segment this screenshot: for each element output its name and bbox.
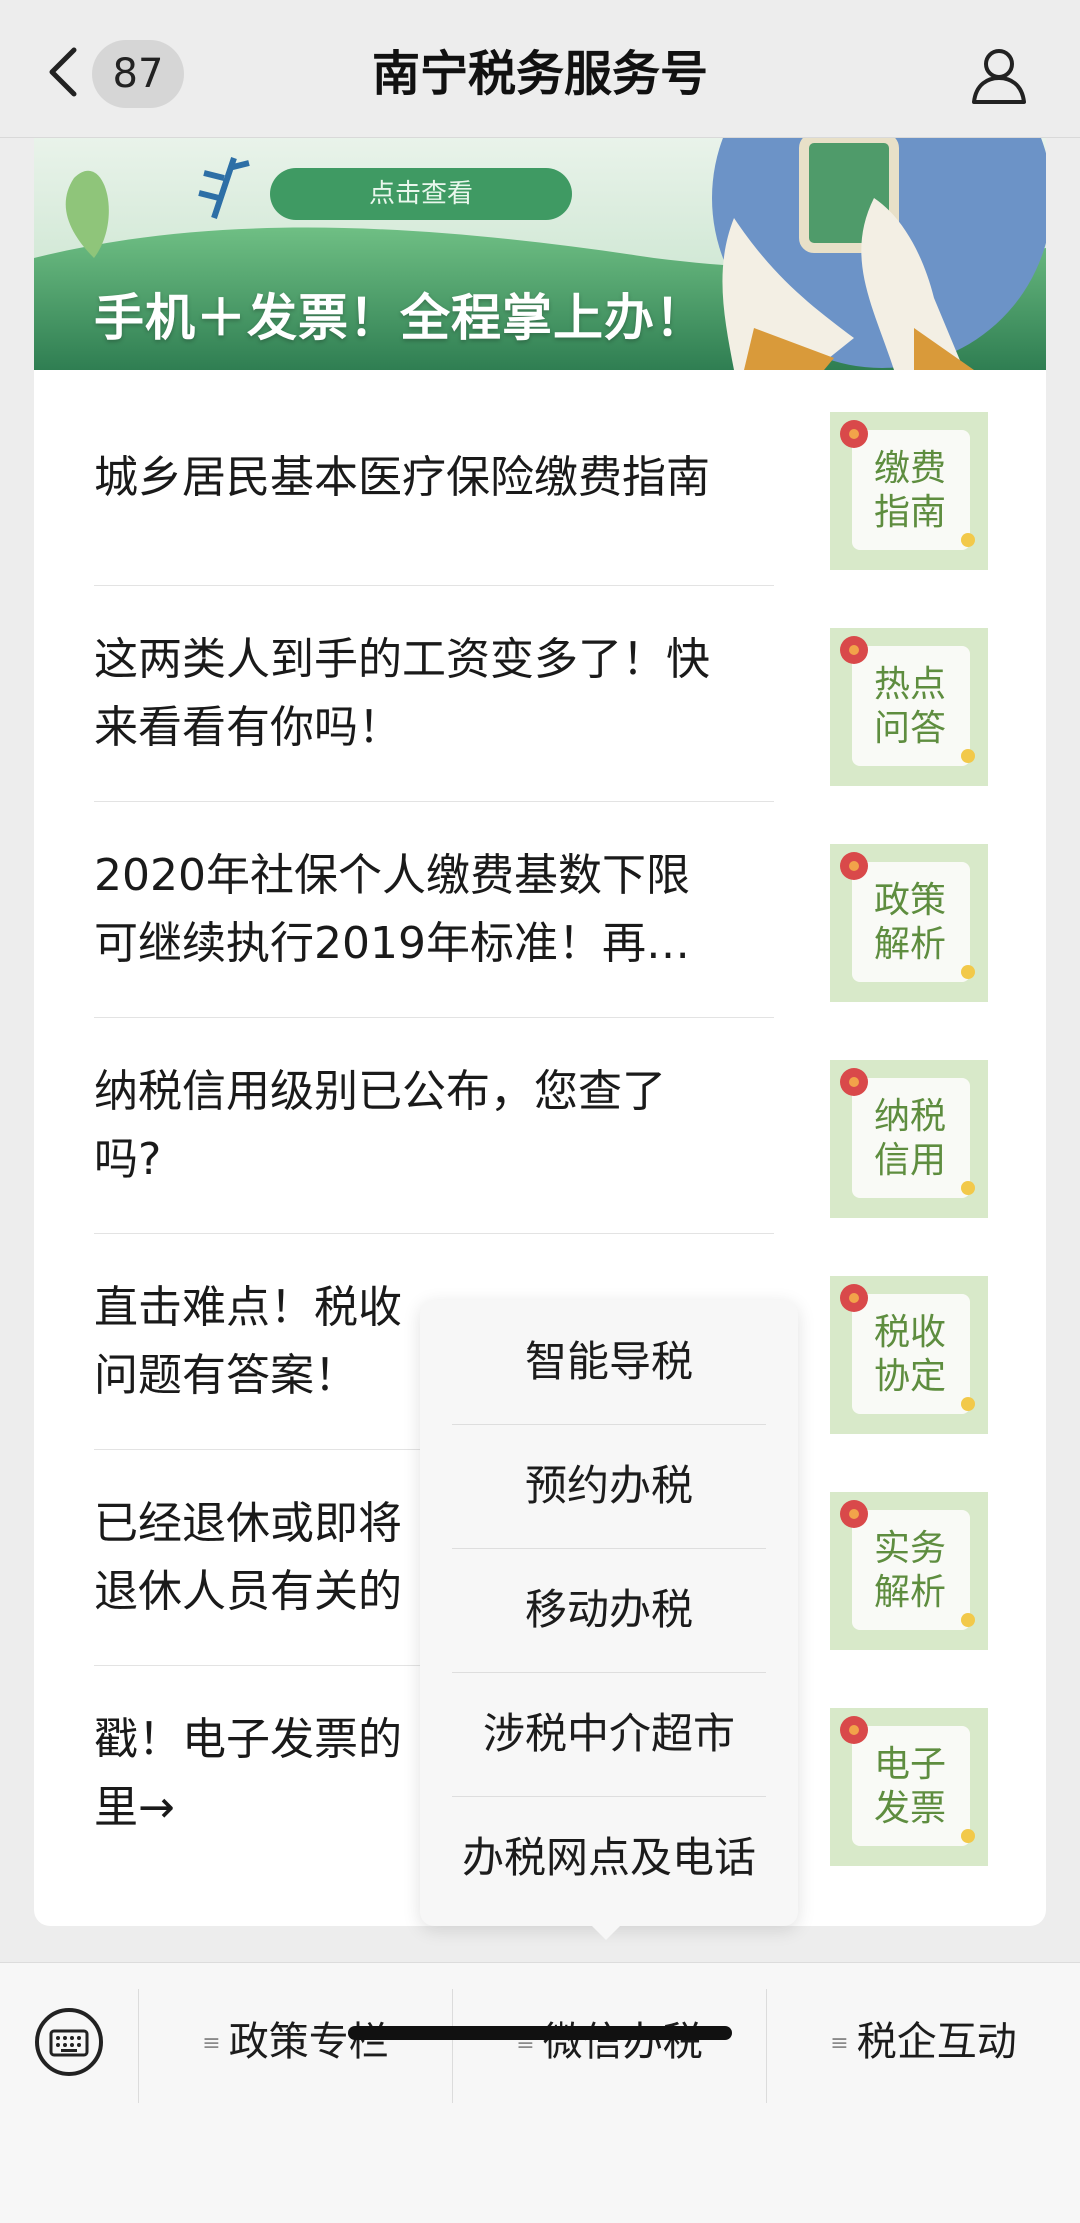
article-item[interactable]: 城乡居民基本医疗保险缴费指南 缴费 指南 bbox=[34, 370, 1046, 586]
menu-tab-interaction[interactable]: ≡ 税企互动 bbox=[767, 2007, 1080, 2077]
home-indicator[interactable] bbox=[348, 2026, 732, 2040]
thumb-line-1: 电子 bbox=[874, 1744, 946, 1785]
article-title-line-1: 直击难点！税收 bbox=[94, 1282, 402, 1333]
submenu-item[interactable]: 预约办税 bbox=[420, 1424, 798, 1548]
article-thumbnail: 电子 发票 bbox=[830, 1708, 988, 1866]
bottom-menu-bar: ≡ 政策专栏 ≡ 微信办税 ≡ 税企互动 bbox=[0, 1962, 1080, 2223]
article-title: 城乡居民基本医疗保险缴费指南 bbox=[94, 452, 710, 503]
menu-tab-policy[interactable]: ≡ 政策专栏 bbox=[139, 2007, 452, 2077]
keyboard-toggle-icon[interactable] bbox=[34, 2007, 104, 2077]
thumb-line-1: 缴费 bbox=[874, 448, 946, 489]
menu-tab-wechat-tax[interactable]: ≡ 微信办税 bbox=[453, 2007, 766, 2077]
thumb-line-1: 热点 bbox=[874, 664, 946, 705]
article-thumbnail: 纳税 信用 bbox=[830, 1060, 988, 1218]
article-thumbnail: 缴费 指南 bbox=[830, 412, 988, 570]
submenu-item[interactable]: 移动办税 bbox=[420, 1548, 798, 1672]
article-title: 这两类人到手的工资变多了！快来看看有你吗！ bbox=[94, 634, 710, 753]
menu-lines-icon: ≡ bbox=[202, 2031, 221, 2056]
thumb-line-2: 解析 bbox=[874, 924, 946, 965]
thumbnail-card-icon: 缴费 指南 bbox=[840, 420, 975, 550]
article-title-line-2: 问题有答案！ bbox=[94, 1350, 358, 1401]
article-item[interactable]: 这两类人到手的工资变多了！快来看看有你吗！ 热点 问答 bbox=[34, 586, 1046, 802]
article-title-line-2: 里→ bbox=[94, 1782, 175, 1833]
thumbnail-card-icon: 纳税 信用 bbox=[840, 1068, 975, 1198]
top-nav-bar: 87 南宁税务服务号 bbox=[0, 0, 1080, 138]
thumb-line-1: 实务 bbox=[874, 1528, 946, 1569]
thumbnail-card-icon: 热点 问答 bbox=[840, 636, 975, 766]
thumb-line-2: 指南 bbox=[874, 492, 946, 533]
profile-icon[interactable] bbox=[968, 44, 1030, 106]
banner-headline: 手机＋发票！全程掌上办！ bbox=[94, 289, 706, 347]
article-title: 纳税信用级别已公布，您查了吗? bbox=[94, 1066, 666, 1185]
banner-image[interactable]: 点击查看 手机＋发票！全程掌上办！ bbox=[34, 138, 1046, 370]
thumb-line-2: 协定 bbox=[874, 1356, 946, 1397]
submenu-item[interactable]: 涉税中介超市 bbox=[420, 1672, 798, 1796]
submenu-item[interactable]: 智能导税 bbox=[420, 1300, 798, 1424]
article-title-line-1: 戳！电子发票的 bbox=[94, 1714, 402, 1765]
thumb-line-2: 解析 bbox=[874, 1572, 946, 1613]
article-thumbnail: 实务 解析 bbox=[830, 1492, 988, 1650]
article-thumbnail: 税收 协定 bbox=[830, 1276, 988, 1434]
thumb-line-1: 税收 bbox=[874, 1312, 946, 1353]
thumb-line-1: 纳税 bbox=[874, 1096, 946, 1137]
thumb-line-2: 发票 bbox=[874, 1788, 946, 1829]
submenu-item[interactable]: 办税网点及电话 bbox=[420, 1796, 798, 1920]
thumb-line-1: 政策 bbox=[874, 880, 946, 921]
thumbnail-card-icon: 税收 协定 bbox=[840, 1284, 975, 1414]
popup-pointer-arrow bbox=[592, 1926, 620, 1940]
article-title-line-2: 退休人员有关的 bbox=[94, 1566, 402, 1617]
article-thumbnail: 政策 解析 bbox=[830, 844, 988, 1002]
article-item[interactable]: 2020年社保个人缴费基数下限可继续执行2019年标准！再看看… 政策 解析 bbox=[34, 802, 1046, 1018]
article-title: 2020年社保个人缴费基数下限可继续执行2019年标准！再看看… bbox=[94, 850, 690, 969]
article-item[interactable]: 纳税信用级别已公布，您查了吗? 纳税 信用 bbox=[34, 1018, 1046, 1234]
page-title: 南宁税务服务号 bbox=[371, 46, 708, 102]
thumb-line-2: 信用 bbox=[874, 1140, 946, 1181]
article-title-line-1: 已经退休或即将 bbox=[94, 1498, 402, 1549]
submenu-popup: 智能导税 预约办税 移动办税 涉税中介超市 办税网点及电话 bbox=[420, 1300, 798, 1926]
thumbnail-card-icon: 电子 发票 bbox=[840, 1716, 975, 1846]
thumbnail-card-icon: 政策 解析 bbox=[840, 852, 975, 982]
article-thumbnail: 热点 问答 bbox=[830, 628, 988, 786]
banner-view-button[interactable]: 点击查看 bbox=[270, 168, 572, 220]
thumbnail-card-icon: 实务 解析 bbox=[840, 1500, 975, 1630]
thumb-line-2: 问答 bbox=[874, 708, 946, 749]
menu-lines-icon: ≡ bbox=[830, 2031, 849, 2056]
menu-tab-label: 税企互动 bbox=[856, 2019, 1017, 2065]
